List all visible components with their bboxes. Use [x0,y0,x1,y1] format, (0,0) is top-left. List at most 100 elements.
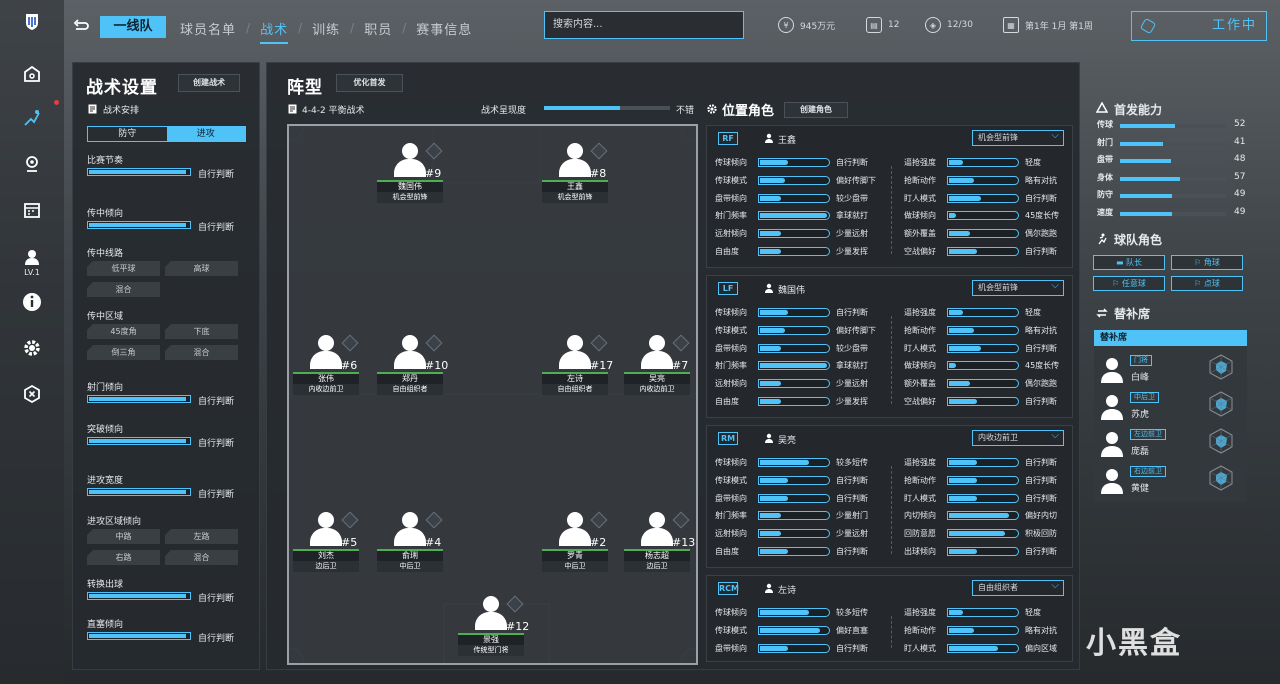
attribute-slider[interactable] [947,547,1019,556]
attribute-slider[interactable] [947,325,1019,335]
attribute-slider[interactable] [758,343,830,353]
attribute-slider[interactable] [758,308,830,317]
attribute-slider[interactable] [947,379,1019,389]
attribute-slider[interactable] [758,325,830,335]
attribute-slider[interactable] [758,397,830,406]
attack-tab[interactable]: 进攻 [166,127,245,141]
chip-option[interactable]: 左路 [165,529,238,544]
create-tactic-button[interactable]: 创建战术 [178,74,240,92]
tactic-slider[interactable] [87,437,191,445]
attribute-slider[interactable] [758,158,830,167]
bench-player[interactable]: 门将 白峰 [1098,351,1242,385]
role-dropdown[interactable]: 机会型前锋 [972,129,1064,146]
attribute-slider[interactable] [947,608,1019,617]
attribute-slider[interactable] [947,193,1019,203]
role-dropdown[interactable]: 机会型前锋 [972,279,1064,296]
chip-option[interactable]: 混合 [165,345,238,360]
attribute-slider[interactable] [947,397,1019,406]
search-input[interactable]: 搜索内容... [544,11,744,39]
chip-option[interactable]: 高球 [165,261,238,276]
attribute-slider[interactable] [947,643,1019,653]
attribute-slider[interactable] [758,247,830,256]
attribute-slider[interactable] [758,361,830,371]
bench-player[interactable]: 左边前卫 庞磊 [1098,425,1242,459]
chip-option[interactable]: 右路 [87,550,160,565]
tactic-slider[interactable] [87,168,191,176]
home-icon[interactable] [20,62,44,86]
defense-tab[interactable]: 防守 [88,127,167,141]
bench-player[interactable]: 中后卫 苏虎 [1098,388,1242,422]
attribute-slider[interactable] [758,458,830,467]
attribute-slider[interactable] [758,529,830,539]
back-icon[interactable] [72,18,90,36]
scouting-icon[interactable] [20,152,44,176]
calendar-icon[interactable] [20,198,44,222]
attribute-slider[interactable] [947,493,1019,503]
player-token[interactable]: #17 左诗 自由组织者 [542,331,613,407]
chip-option[interactable]: 中路 [87,529,160,544]
info-icon[interactable] [20,290,44,314]
attribute-slider[interactable] [758,175,830,185]
profile-icon[interactable] [20,245,44,269]
player-token[interactable]: #8 王鑫 机会型前锋 [542,139,608,215]
chip-option[interactable]: 倒三角 [87,345,160,360]
tab-match-info[interactable]: 赛事信息 [406,19,482,38]
tactic-slider[interactable] [87,221,191,229]
attribute-slider[interactable] [758,625,830,635]
player-token[interactable]: #9 魏国伟 机会型前锋 [377,139,443,215]
tactic-slider[interactable] [87,592,191,600]
attribute-slider[interactable] [947,158,1019,167]
player-token[interactable]: #7 吴亮 内收边前卫 [624,331,690,407]
attribute-slider[interactable] [758,229,830,239]
settings-gear-icon[interactable] [20,336,44,360]
attribute-slider[interactable] [758,643,830,653]
tactics-icon[interactable] [20,106,44,130]
tactic-slider[interactable] [87,488,191,496]
tactic-slider[interactable] [87,632,191,640]
player-token[interactable]: #12 景强 传统型门将 [458,592,529,668]
create-role-button[interactable]: 创建角色 [784,102,848,118]
attribute-slider[interactable] [758,547,830,556]
attribute-slider[interactable] [947,475,1019,485]
attribute-slider[interactable] [947,211,1019,221]
chip-option[interactable]: 45度角 [87,324,160,339]
attribute-slider[interactable] [947,308,1019,317]
optimize-lineup-button[interactable]: 优化首发 [336,74,403,92]
work-status-button[interactable]: 工作中 [1131,11,1267,41]
attribute-slider[interactable] [947,343,1019,353]
tab-squad[interactable]: 球员名单 [170,19,246,38]
role-dropdown[interactable]: 内收边前卫 [972,429,1064,446]
attribute-slider[interactable] [758,608,830,617]
tab-staff[interactable]: 职员 [354,19,402,38]
tactic-slider[interactable] [87,395,191,403]
corner-button[interactable]: ⚐ 角球 [1171,255,1243,270]
player-token[interactable]: #10 郑丹 自由组织者 [377,331,448,407]
attribute-slider[interactable] [947,529,1019,539]
attribute-slider[interactable] [758,193,830,203]
captain-button[interactable]: ▬ 队长 [1093,255,1165,270]
bench-player[interactable]: 右边前卫 黄健 [1098,462,1242,496]
chip-option[interactable]: 下底 [165,324,238,339]
club-crest-icon[interactable] [20,10,44,34]
attribute-slider[interactable] [758,211,830,221]
player-token[interactable]: #4 俞琍 中后卫 [377,508,443,584]
chip-option[interactable]: 混合 [87,282,160,297]
attribute-slider[interactable] [947,247,1019,256]
attribute-slider[interactable] [758,475,830,485]
player-token[interactable]: #2 罗青 中后卫 [542,508,608,584]
attribute-slider[interactable] [758,379,830,389]
penalty-button[interactable]: ⚐ 点球 [1171,276,1243,291]
attribute-slider[interactable] [947,175,1019,185]
player-token[interactable]: #6 张伟 内收边前卫 [293,331,359,407]
attribute-slider[interactable] [758,511,830,521]
free-kick-button[interactable]: ⚐ 任意球 [1093,276,1165,291]
tab-tactics[interactable]: 战术 [250,19,298,44]
player-token[interactable]: #5 刘杰 边后卫 [293,508,359,584]
attribute-slider[interactable] [947,511,1019,521]
attribute-slider[interactable] [947,361,1019,371]
attribute-slider[interactable] [758,493,830,503]
attribute-slider[interactable] [947,229,1019,239]
attribute-slider[interactable] [947,625,1019,635]
chip-option[interactable]: 低平球 [87,261,160,276]
role-dropdown[interactable]: 自由组织者 [972,579,1064,596]
